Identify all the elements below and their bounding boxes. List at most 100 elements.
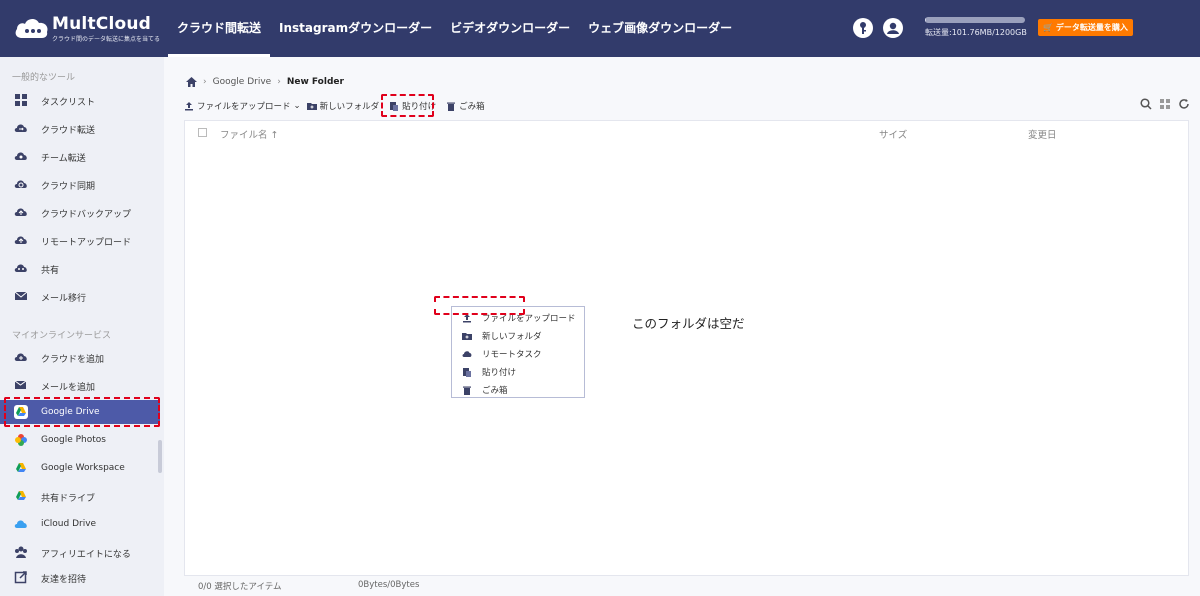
context-menu-remote-task[interactable]: リモートタスク (452, 345, 584, 363)
nav-cloud-transfer[interactable]: クラウド間転送 (168, 0, 271, 57)
sidebar-item-label: 友達を招待 (41, 575, 87, 585)
trash-label: ごみ箱 (459, 102, 485, 112)
google-photos-icon (15, 434, 27, 446)
context-menu-label: 新しいフォルダ (482, 332, 542, 342)
sidebar-item-label: メール移行 (41, 294, 87, 304)
sidebar-item-task-list[interactable]: タスクリスト (0, 88, 160, 112)
cloud-transfer-icon (14, 124, 27, 132)
sidebar-item-label: クラウド同期 (41, 182, 96, 192)
key-icon[interactable] (853, 18, 873, 38)
section-title-services: マイオンラインサービス (12, 331, 112, 341)
add-cloud-icon (14, 353, 27, 361)
logo[interactable]: MultCloud クラウド間のデータ転送に集点を当てる (14, 12, 164, 46)
sort-arrow-icon: ↑ (270, 130, 279, 141)
upload-file-button[interactable]: ファイルをアップロード ⌄ (184, 100, 301, 112)
trash-button[interactable]: ごみ箱 (446, 100, 485, 112)
transfer-usage: 転送量:101.76MB/1200GB (925, 17, 1027, 38)
sidebar-item-google-workspace[interactable]: Google Workspace (0, 456, 160, 480)
sidebar-scrollbar[interactable] (158, 440, 162, 473)
highlight-toolbar-paste (381, 94, 434, 117)
usage-bar-fill (925, 17, 926, 23)
new-folder-button[interactable]: 新しいフォルダ (306, 100, 380, 112)
chevron-down-icon: ⌄ (293, 101, 301, 111)
sidebar-item-invite-friend[interactable]: 友達を招待 (0, 565, 160, 589)
sidebar-item-label: アフィリエイトになる (41, 550, 131, 560)
main-nav: クラウド間転送 Instagramダウンローダー ビデオダウンローダー ウェブ画… (168, 0, 741, 57)
section-title-tools: 一般的なツール (12, 73, 76, 83)
empty-folder-message: このフォルダは空だ (632, 316, 745, 331)
column-header-name[interactable]: ファイル名 ↑ (220, 127, 279, 141)
sidebar-item-google-photos[interactable]: Google Photos (0, 428, 160, 452)
email-migration-icon (14, 291, 28, 300)
sidebar-item-remote-upload[interactable]: リモートアップロード (0, 228, 160, 252)
context-menu-label: リモートタスク (482, 350, 542, 360)
new-folder-label: 新しいフォルダ (319, 102, 380, 112)
column-header-size[interactable]: サイズ (879, 127, 907, 141)
sidebar-item-email-migration[interactable]: メール移行 (0, 284, 160, 308)
highlight-context-paste (434, 296, 525, 315)
sidebar-item-label: Google Workspace (41, 463, 125, 473)
user-avatar-icon[interactable] (883, 18, 903, 38)
cloud-upload-icon (462, 351, 472, 357)
usage-text: 転送量:101.76MB/1200GB (925, 28, 1027, 37)
sidebar-item-label: クラウドを追加 (41, 355, 105, 365)
toolbar: ファイルをアップロード ⌄ 新しいフォルダ 貼り付け ごみ箱 (184, 98, 491, 114)
sidebar-item-label: iCloud Drive (41, 519, 97, 529)
file-list-panel: ファイル名 ↑ サイズ 変更日 このフォルダは空だ ファイルをアップロード 新し… (184, 120, 1189, 576)
sidebar-item-icloud-drive[interactable]: iCloud Drive (0, 512, 160, 536)
column-header-date[interactable]: 変更日 (1028, 127, 1057, 141)
highlight-google-drive (4, 397, 160, 427)
nav-video-downloader[interactable]: ビデオダウンローダー (441, 0, 579, 57)
sidebar-item-label: リモートアップロード (41, 238, 132, 248)
sidebar-item-label: タスクリスト (41, 98, 96, 108)
context-menu-trash[interactable]: ごみ箱 (452, 381, 584, 399)
sidebar-item-affiliate[interactable]: アフィリエイトになる (0, 540, 160, 564)
context-menu-paste[interactable]: 貼り付け (452, 363, 584, 381)
context-menu-new-folder[interactable]: 新しいフォルダ (452, 327, 584, 345)
buy-transfer-button[interactable]: 🛒 データ転送量を購入 (1038, 19, 1133, 36)
breadcrumb-root[interactable]: Google Drive (213, 77, 272, 87)
sidebar-item-label: 共有 (41, 266, 60, 276)
home-icon[interactable] (186, 77, 197, 87)
share-icon (14, 264, 27, 272)
upload-file-label: ファイルをアップロード (197, 102, 291, 112)
team-transfer-icon (14, 152, 27, 160)
trash-icon (447, 102, 456, 111)
sidebar-item-add-cloud[interactable]: クラウドを追加 (0, 345, 160, 369)
top-bar: MultCloud クラウド間のデータ転送に集点を当てる クラウド間転送 Ins… (0, 0, 1200, 57)
refresh-icon[interactable] (1178, 98, 1190, 110)
google-workspace-icon (16, 463, 26, 472)
cloud-sync-icon (14, 180, 27, 188)
app-name: MultCloud (52, 14, 152, 34)
chevron-right-icon: › (203, 77, 207, 87)
cloud-logo-icon (15, 18, 48, 38)
app-tagline: クラウド間のデータ転送に集点を当てる (52, 36, 161, 43)
sidebar-item-cloud-backup[interactable]: クラウドバックアップ (0, 200, 160, 224)
new-folder-icon (306, 103, 317, 110)
sidebar-item-label: 共有ドライブ (41, 494, 96, 504)
icloud-drive-icon (14, 520, 27, 528)
main-content: › Google Drive › New Folder ファイルをアップロード … (164, 57, 1200, 596)
invite-friend-icon (14, 571, 27, 584)
sidebar-item-cloud-transfer[interactable]: クラウド転送 (0, 116, 160, 140)
grid-view-icon[interactable] (1159, 98, 1171, 110)
nav-image-downloader[interactable]: ウェブ画像ダウンローダー (579, 0, 741, 57)
nav-instagram-downloader[interactable]: Instagramダウンローダー (270, 0, 441, 57)
breadcrumb: › Google Drive › New Folder (186, 77, 344, 87)
sidebar-item-team-transfer[interactable]: チーム転送 (0, 144, 160, 168)
sidebar-item-cloud-sync[interactable]: クラウド同期 (0, 172, 160, 196)
context-menu-label: 貼り付け (482, 368, 517, 378)
remote-upload-icon (14, 236, 27, 244)
trash-icon (463, 386, 471, 395)
search-icon[interactable] (1140, 98, 1152, 110)
upload-icon (185, 102, 193, 111)
sidebar-item-share[interactable]: 共有 (0, 256, 160, 280)
sidebar-item-label: クラウドバックアップ (41, 210, 132, 220)
buy-transfer-label: データ転送量を購入 (1055, 23, 1128, 32)
table-header: ファイル名 ↑ サイズ 変更日 (185, 121, 1190, 145)
sidebar-item-shared-drive[interactable]: 共有ドライブ (0, 484, 160, 508)
sidebar-item-label: メールを追加 (41, 383, 96, 393)
select-all-checkbox[interactable] (198, 128, 207, 137)
paste-icon (463, 368, 471, 377)
sidebar-item-add-email[interactable]: メールを追加 (0, 373, 160, 397)
